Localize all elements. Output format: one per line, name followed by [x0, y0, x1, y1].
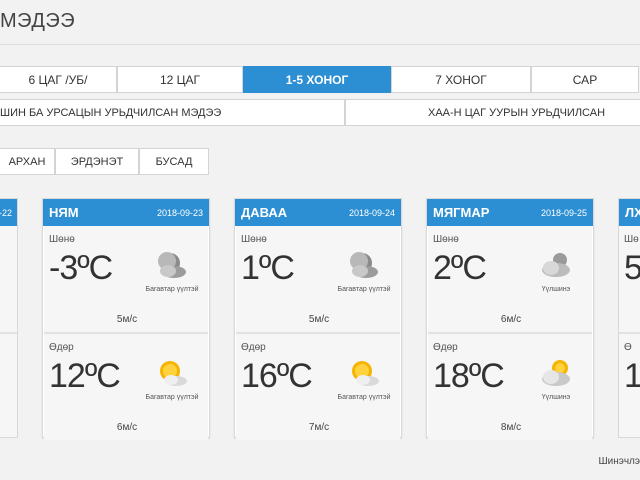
day-forecast: Өдөр 18ºC Үүлшинэ 8м/с — [428, 334, 592, 440]
title-divider — [0, 44, 640, 45]
day-temperature: 18ºC — [433, 357, 505, 395]
day-wind: 7м/с — [308, 422, 330, 433]
day-label: Өдөр — [433, 342, 458, 353]
card-header: НЯМ 2018-09-23 — [43, 199, 209, 226]
card-day: ЛХ — [619, 199, 640, 226]
night-condition: Үүлшинэ — [541, 286, 571, 293]
tab-agricultural-weather[interactable]: ХАА-Н ЦАГ УУРЫН УРЬДЧИЛСАН — [345, 99, 640, 126]
updated-note: Шинэчлэ — [598, 456, 640, 467]
night-temperature: 1ºC — [241, 249, 295, 287]
tab-7-days[interactable]: 7 ХОНОГ — [391, 66, 531, 93]
night-condition: Багавтар үүлтэй — [145, 286, 199, 293]
day-wind: 6м/с — [116, 422, 138, 433]
night-label: Шөнө — [49, 234, 75, 245]
forecast-card-partial-right: ЛХ Шө 5 Ө 1 — [618, 198, 640, 438]
day-forecast: Өдөр 16ºC Багавтар үүлтэй 7м/с — [236, 334, 400, 440]
forecast-card-partial-left: -22 — [0, 198, 18, 438]
card-day: НЯМ — [49, 205, 79, 220]
forecast-card: МЯГМАР 2018-09-25 Шөнө 2ºC Үүлшинэ 6м/с … — [426, 198, 594, 440]
day-condition: Багавтар үүлтэй — [337, 394, 391, 401]
sun-cloud-icon — [352, 361, 379, 386]
day-label: Ө — [624, 342, 632, 353]
night-forecast: Шөнө 2ºC Үүлшинэ 6м/с — [428, 226, 592, 334]
forecast-type-tabs: ШИН БА УРСАЦЫН УРЬДЧИЛСАН МЭДЭЭ ХАА-Н ЦА… — [0, 99, 640, 126]
card-day: МЯГМАР — [433, 205, 490, 220]
cloud-moon-icon — [350, 252, 378, 278]
forecast-range-tabs: 6 ЦАГ /УБ/ 12 ЦАГ 1-5 ХОНОГ 7 ХОНОГ САР — [0, 66, 640, 93]
night-label: Шөнө — [241, 234, 267, 245]
day-temperature: 16ºC — [241, 357, 313, 395]
night-wind: 5м/с — [308, 314, 330, 325]
card-header: МЯГМАР 2018-09-25 — [427, 199, 593, 226]
page-title: МЭДЭЭ — [0, 10, 76, 32]
card-date: -22 — [0, 199, 17, 226]
tab-month[interactable]: САР — [531, 66, 639, 93]
tab-6-hour[interactable]: 6 ЦАГ /УБ/ — [0, 66, 117, 93]
night-temperature: 5 — [624, 249, 640, 288]
sun-cloud-icon — [160, 361, 187, 386]
cloudy-moon-icon — [542, 253, 570, 277]
card-date: 2018-09-24 — [348, 207, 395, 218]
tab-precipitation-runoff[interactable]: ШИН БА УРСАЦЫН УРЬДЧИЛСАН МЭДЭЭ — [0, 99, 345, 126]
day-condition: Багавтар үүлтэй — [145, 394, 199, 401]
card-date: 2018-09-25 — [540, 207, 587, 218]
night-wind: 5м/с — [116, 314, 138, 325]
night-condition: Багавтар үүлтэй — [337, 286, 391, 293]
day-forecast: Өдөр 12ºC Багавтар үүлтэй 6м/с — [44, 334, 208, 440]
cloud-moon-icon — [158, 252, 186, 278]
card-date: 2018-09-23 — [156, 207, 203, 218]
night-forecast: Шөнө -3ºC Багавтар үүлтэй 5м/с — [44, 226, 208, 334]
day-temperature: 1 — [624, 357, 640, 396]
tab-1-5-days[interactable]: 1-5 ХОНОГ — [243, 66, 391, 93]
city-darkhan[interactable]: АРХАН — [0, 148, 55, 175]
card-header: ДАВАА 2018-09-24 — [235, 199, 401, 226]
city-other[interactable]: БУСАД — [139, 148, 209, 175]
night-temperature: -3ºC — [49, 249, 113, 287]
night-wind: 6м/с — [500, 314, 522, 325]
cloudy-sun-icon — [542, 360, 570, 386]
city-erdenet[interactable]: ЭРДЭНЭТ — [55, 148, 139, 175]
day-label: Өдөр — [49, 342, 74, 353]
night-label: Шө — [624, 234, 639, 245]
day-label: Өдөр — [241, 342, 266, 353]
tab-12-hour[interactable]: 12 ЦАГ — [117, 66, 243, 93]
night-label: Шөнө — [433, 234, 459, 245]
forecast-card: ДАВАА 2018-09-24 Шөнө 1ºC Багавтар үүлтэ… — [234, 198, 402, 440]
night-forecast: Шөнө 1ºC Багавтар үүлтэй 5м/с — [236, 226, 400, 334]
day-wind: 8м/с — [500, 422, 522, 433]
day-condition: Үүлшинэ — [541, 394, 571, 401]
day-temperature: 12ºC — [49, 357, 121, 395]
forecast-card: НЯМ 2018-09-23 Шөнө -3ºC Багавтар үүлтэй… — [42, 198, 210, 440]
night-temperature: 2ºC — [433, 249, 487, 287]
card-day: ДАВАА — [241, 205, 288, 220]
